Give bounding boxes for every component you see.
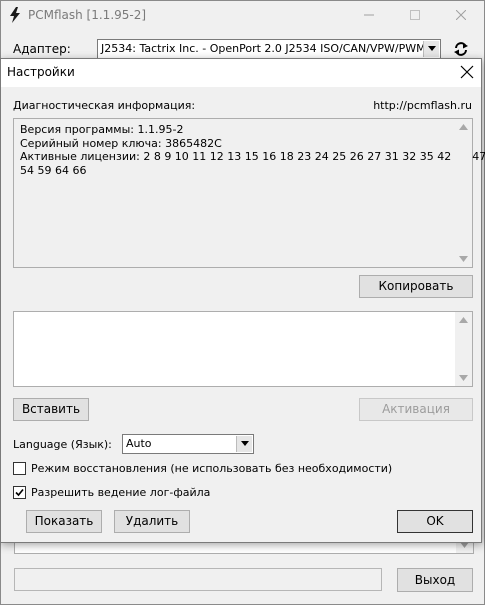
- recovery-mode-checkbox[interactable]: [13, 462, 26, 475]
- scroll-down-icon[interactable]: [459, 256, 468, 262]
- delete-log-button[interactable]: Удалить: [114, 510, 190, 533]
- scroll-down-icon[interactable]: [459, 375, 468, 381]
- diag-line: Версия программы: 1.1.95-2: [20, 123, 184, 136]
- chevron-down-icon: [428, 46, 436, 51]
- scroll-up-icon[interactable]: [459, 124, 468, 130]
- chevron-down-icon: [241, 441, 249, 446]
- minimize-button[interactable]: [346, 1, 392, 31]
- adapter-dropdown-button[interactable]: [423, 41, 439, 57]
- diagnostic-info-box[interactable]: Версия программы: 1.1.95-2 Серийный номе…: [13, 118, 485, 268]
- diag-line: Серийный номер ключа: 3865482C: [20, 136, 222, 150]
- adapter-label: Адаптер:: [13, 42, 71, 56]
- close-icon: [455, 9, 467, 21]
- site-link[interactable]: http://pcmflash.ru: [373, 99, 472, 112]
- ok-button[interactable]: OK: [397, 510, 473, 533]
- activation-input[interactable]: [13, 311, 473, 387]
- minimize-icon: [364, 14, 374, 16]
- main-titlebar[interactable]: PCMflash [1.1.95-2]: [1, 1, 484, 31]
- adapter-value: J2534: Tactrix Inc. - OpenPort 2.0 J2534…: [101, 42, 426, 55]
- language-value: Auto: [126, 437, 152, 450]
- activate-button[interactable]: Активация: [359, 398, 473, 421]
- scroll-up-icon[interactable]: [459, 317, 468, 323]
- refresh-icon[interactable]: [453, 41, 469, 57]
- diag-line: Активные лицензии: 2 8 9 10 11 12 13 15 …: [20, 150, 485, 163]
- close-window-button[interactable]: [438, 1, 484, 31]
- paste-button[interactable]: Вставить: [13, 398, 89, 421]
- diagnostic-info-text: Версия программы: 1.1.95-2 Серийный номе…: [20, 123, 485, 177]
- maximize-icon: [410, 10, 420, 20]
- diagnostic-info-label: Диагностическая информация:: [13, 99, 196, 112]
- dialog-titlebar[interactable]: Настройки: [1, 59, 481, 87]
- checkmark-icon: [15, 488, 24, 497]
- enable-log-checkbox[interactable]: [13, 486, 26, 499]
- status-bar: [14, 568, 382, 591]
- exit-button[interactable]: Выход: [397, 568, 473, 592]
- recovery-mode-label: Режим восстановления (не использовать бе…: [31, 462, 393, 475]
- language-select[interactable]: Auto: [122, 434, 254, 454]
- lightning-icon: [10, 7, 20, 23]
- maximize-button[interactable]: [392, 1, 438, 31]
- show-log-button[interactable]: Показать: [26, 510, 102, 533]
- language-label: Language (Язык):: [13, 438, 112, 451]
- dialog-title: Настройки: [7, 65, 75, 79]
- app-title: PCMflash [1.1.95-2]: [28, 8, 147, 22]
- diagnostic-scrollbar[interactable]: [455, 119, 472, 267]
- diag-line: 54 59 64 66: [20, 163, 87, 177]
- copy-button[interactable]: Копировать: [359, 275, 473, 298]
- close-icon[interactable]: [460, 65, 474, 79]
- adapter-select[interactable]: J2534: Tactrix Inc. - OpenPort 2.0 J2534…: [97, 39, 441, 59]
- activation-scrollbar[interactable]: [455, 312, 472, 386]
- language-dropdown-button[interactable]: [236, 436, 252, 452]
- settings-dialog: Настройки Диагностическая информация: ht…: [0, 58, 485, 543]
- enable-log-label: Разрешить ведение лог-файла: [31, 486, 211, 499]
